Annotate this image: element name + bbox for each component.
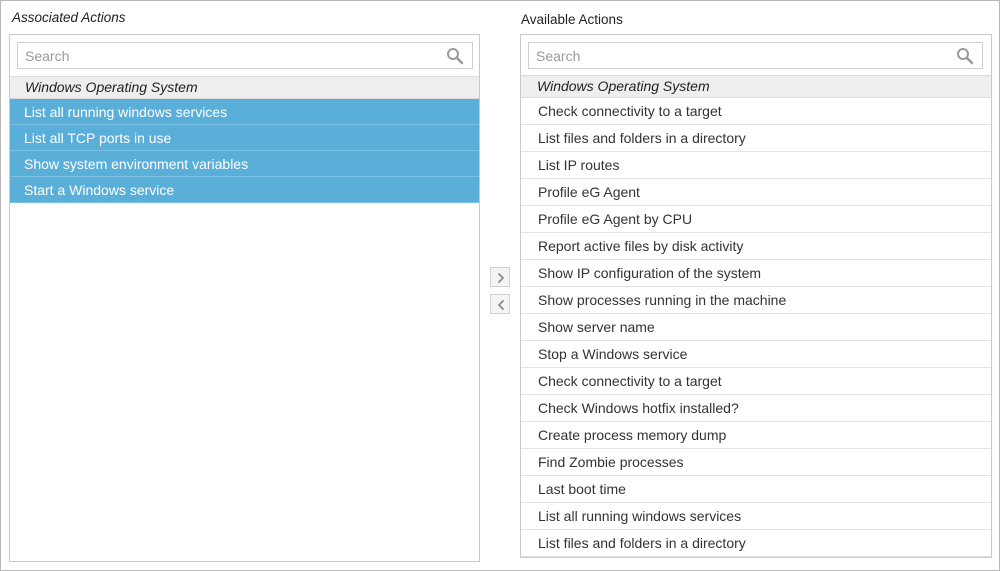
list-item[interactable]: Start a Windows service (10, 177, 479, 203)
action-assignment-dialog: Associated Actions Available Actions Win… (0, 0, 1000, 571)
available-actions-panel: Windows Operating System Check connectiv… (520, 34, 992, 558)
list-item[interactable]: Report active files by disk activity (521, 233, 991, 260)
move-to-available-button[interactable] (490, 294, 510, 314)
list-item[interactable]: Last boot time (521, 476, 991, 503)
list-item[interactable]: Profile eG Agent by CPU (521, 206, 991, 233)
list-item[interactable]: Show IP configuration of the system (521, 260, 991, 287)
list-item[interactable]: List all running windows services (10, 99, 479, 125)
search-icon[interactable] (446, 47, 464, 65)
associated-actions-panel: Windows Operating System List all runnin… (9, 34, 480, 562)
associated-search-box (17, 42, 473, 69)
list-item[interactable]: Check Windows hotfix installed? (521, 395, 991, 422)
list-item[interactable]: List all running windows services (521, 503, 991, 530)
search-icon[interactable] (956, 47, 974, 65)
list-item[interactable]: Show processes running in the machine (521, 287, 991, 314)
move-to-associated-button[interactable] (490, 267, 510, 287)
list-item[interactable]: List IP routes (521, 152, 991, 179)
available-search-box (528, 42, 983, 69)
list-item[interactable]: Stop a Windows service (521, 341, 991, 368)
associated-search-input[interactable] (18, 43, 472, 68)
available-search-input[interactable] (529, 43, 982, 68)
list-item[interactable]: Check connectivity to a target (521, 368, 991, 395)
list-item[interactable]: Find Zombie processes (521, 449, 991, 476)
list-item[interactable]: Create process memory dump (521, 422, 991, 449)
associated-actions-list: List all running windows services List al… (10, 99, 479, 203)
chevron-right-icon (498, 273, 504, 283)
chevron-left-icon (498, 300, 504, 310)
available-group-header: Windows Operating System (521, 75, 991, 98)
list-item[interactable]: List files and folders in a directory (521, 125, 991, 152)
list-item[interactable]: Profile eG Agent (521, 179, 991, 206)
list-item[interactable]: List files and folders in a directory (521, 530, 991, 557)
list-item[interactable]: List all TCP ports in use (10, 125, 479, 151)
list-item[interactable]: Check connectivity to a target (521, 98, 991, 125)
available-actions-title: Available Actions (521, 12, 623, 27)
list-item[interactable]: Show server name (521, 314, 991, 341)
list-item[interactable]: Show system environment variables (10, 151, 479, 177)
available-actions-list: Check connectivity to a target List files… (521, 98, 991, 557)
associated-actions-title: Associated Actions (12, 10, 126, 25)
associated-group-header: Windows Operating System (10, 76, 479, 99)
